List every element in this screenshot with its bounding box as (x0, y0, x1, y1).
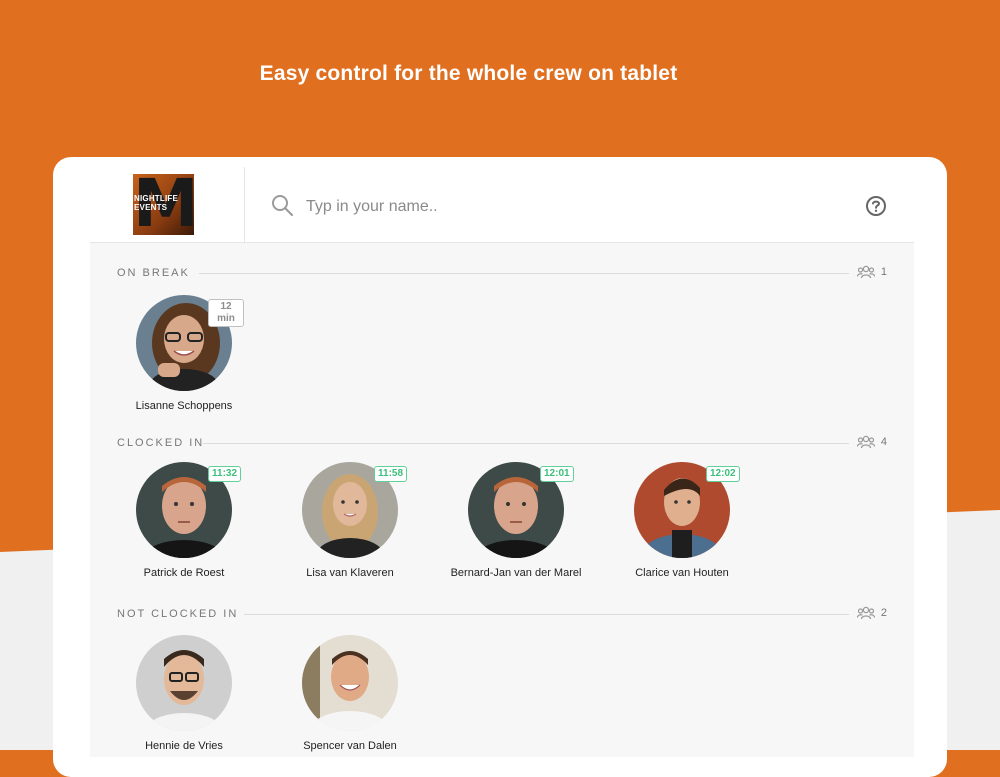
clock-in-time-badge: 11:58 (374, 466, 408, 482)
crew-app: M NIGHTLIFE EVENTS ON BREAK (90, 157, 914, 757)
search-icon[interactable] (270, 193, 294, 217)
section-title: CLOCKED IN (117, 437, 205, 449)
clock-in-time-badge: 12:02 (706, 466, 740, 482)
section-divider (203, 443, 849, 444)
crew-member-name: Clarice van Houten (635, 567, 729, 579)
crew-member-name: Bernard-Jan van der Marel (450, 567, 582, 579)
section-divider (244, 614, 849, 615)
tablet-frame: M NIGHTLIFE EVENTS ON BREAK (53, 157, 947, 777)
crew-member-name: Lisanne Schoppens (135, 400, 233, 412)
logo-cell: M NIGHTLIFE EVENTS (90, 167, 245, 242)
crew-member-name: Patrick de Roest (143, 567, 225, 579)
section-title: ON BREAK (117, 267, 190, 279)
clock-in-time-badge: 11:32 (208, 466, 242, 482)
section-count: 2 (856, 606, 887, 620)
logo-subtext: NIGHTLIFE EVENTS (134, 194, 179, 212)
avatar (136, 635, 232, 731)
group-icon (856, 265, 875, 279)
avatar (302, 635, 398, 731)
clock-in-time-badge: 12:01 (540, 466, 574, 482)
name-search-input[interactable] (304, 193, 808, 221)
top-bar: M NIGHTLIFE EVENTS (90, 157, 914, 243)
crew-member-name: Lisa van Klaveren (306, 567, 394, 579)
section-count: 4 (856, 435, 887, 449)
section-title: NOT CLOCKED IN (117, 608, 239, 620)
headline: Easy control for the whole crew on table… (259, 62, 678, 85)
crew-member-name: Spencer van Dalen (303, 740, 397, 752)
section-divider (199, 273, 849, 274)
crew-member-name: Hennie de Vries (145, 740, 223, 752)
help-icon[interactable] (865, 195, 887, 217)
nightlife-events-logo: M NIGHTLIFE EVENTS (133, 174, 194, 235)
group-icon (856, 435, 875, 449)
group-icon (856, 606, 875, 620)
break-duration-badge: 12 min (208, 299, 244, 327)
section-count: 1 (856, 265, 887, 279)
